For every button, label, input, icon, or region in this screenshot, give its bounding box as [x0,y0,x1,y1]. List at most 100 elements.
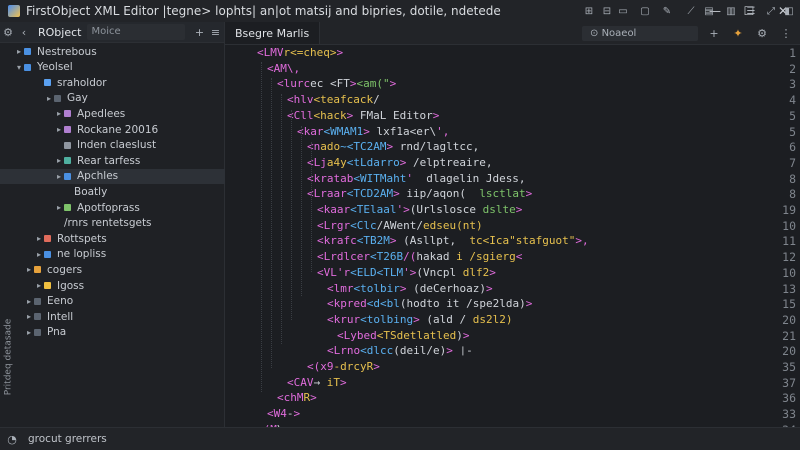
editor-tab[interactable]: Bsegre Marlis [225,22,321,44]
tree-item[interactable]: ▸ Igoss [0,278,258,293]
tree-item[interactable]: ▸ Pna [0,325,248,340]
line-number: 21 [782,328,796,343]
collapse-icon[interactable]: ‹ [16,24,32,40]
more-icon[interactable]: ⋮ [778,25,794,41]
vertical-tab[interactable]: Pritdeq detasade [0,319,13,402]
layout-icon[interactable]: ▥ [724,4,738,18]
code-line[interactable]: <hlv<teafcack/ [287,93,380,106]
code-token: <W4 [267,407,287,421]
code-line[interactable]: <nado~<TC2AM> rnd/lagltcc, [307,140,479,153]
code-token: <VL'r [317,265,351,279]
code-line[interactable]: <kar<WMAM1> lxf1a<er\', [297,125,449,138]
expand-arrow-icon[interactable]: ▸ [54,203,64,212]
tree-item-label: Boatly [74,185,108,198]
code-line[interactable]: <kratab<WITMaht' dlagelin Jdess, [307,172,526,185]
code-line[interactable]: <Lrdlcer<T26B/(hakad i /sgierg< [317,250,522,263]
code-editor[interactable]: Bsegre Marlis ⊙ Noaeol + ✦ ⚙ ⋮ 1 <LMVr<=c… [225,22,800,437]
code-line[interactable]: <chMR> [277,391,317,404]
expand-arrow-icon[interactable]: ▸ [24,312,34,321]
line-number: 6 [789,140,796,155]
folder-icon [34,297,41,305]
code-line[interactable]: <VL'r<ELD<TLM'>(Vncpl dlf2> [317,266,496,279]
code-line[interactable]: <krafc<TB2M> (Asllpt, tc<Ica"stafguot">, [317,234,589,247]
chat-icon[interactable]: ▢ [638,4,652,18]
expand-arrow-icon[interactable]: ▸ [34,234,44,243]
expand-arrow-icon[interactable]: ▸ [34,250,44,259]
code-token: <kratab [307,171,354,185]
add-icon[interactable]: + [191,24,207,40]
window-title: FirstObject XML Editor |tegne> lophts| a… [26,4,501,18]
magic-icon[interactable]: ⟋ [684,4,698,18]
code-token: iip/aqon( [406,187,480,201]
code-line[interactable]: <Lybed<TSdetlatled)> [337,329,469,342]
code-line[interactable]: <kaar<TElaal'>(Urlslosce dslte> [317,203,522,216]
code-line[interactable]: <CAV→ iT> [287,376,347,389]
expand-arrow-icon[interactable]: ▸ [54,172,64,181]
add-icon[interactable]: + [706,25,722,41]
tree-item[interactable]: ▸ Intell [0,309,248,324]
code-line[interactable]: <W4-> [267,407,300,420]
grid-icon[interactable]: ⊞ [582,4,596,18]
gear-icon[interactable]: ⚙ [754,25,770,41]
code-line[interactable]: <Lja4y<tLdarro> /elptreaire, [307,156,492,169]
tree-item[interactable]: sraholdor [0,75,258,90]
expand-arrow-icon[interactable]: ▸ [24,265,34,274]
code-token: (hodto it /spe2lda) [399,297,526,311]
code-line[interactable]: <Cll<hack> FMaL Editor> [287,109,439,122]
code-line[interactable]: <krur<tolbing> (ald / ds2l2) [327,313,512,326]
folder-icon[interactable]: ▤ [702,4,716,18]
expand-arrow-icon[interactable]: ▸ [34,281,44,290]
project-name: RObject [38,25,82,39]
code-token: > [340,375,347,389]
code-line[interactable]: <kpred<d<bl(hodto it /spe2lda)> [327,297,532,310]
expand-icon[interactable]: ⤢ [764,4,778,18]
notify-icon[interactable]: ◧ [782,4,796,18]
expand-arrow-icon[interactable]: ▸ [24,328,34,337]
code-line[interactable]: <AM\, [267,62,300,75]
menu-icon[interactable]: ≡ [207,24,223,40]
expand-arrow-icon[interactable]: ▸ [44,94,54,103]
code-token: ' [406,171,427,185]
list-icon[interactable]: ☰ [744,4,758,18]
tree-item-label: Igoss [57,279,85,292]
tree-item[interactable]: ▸ ne lopliss [0,247,258,262]
sidebar-search-input[interactable]: Moice [87,24,186,40]
tree-item[interactable]: ▸ Eeno [0,294,248,309]
window-icon[interactable]: ▭ [616,4,630,18]
code-line[interactable]: <Lrgr<Clc/AWent/edseu(nt) [317,219,483,232]
code-line[interactable]: <Lraar<TCD2AM> iip/aqon( lsctlat> [307,187,532,200]
code-line[interactable]: <lmr<tolbir> (deCerhoaz)> [327,282,493,295]
code-line[interactable]: <LMVr<=cheq>> [257,46,343,59]
editor-tools: ⊙ Noaeol + ✦ ⚙ ⋮ [582,22,794,44]
pen-icon[interactable]: ✎ [660,4,674,18]
expand-arrow-icon[interactable]: ▸ [54,109,64,118]
code-line[interactable]: <(x9-drcyR> [307,360,380,373]
expand-arrow-icon[interactable]: ▸ [54,156,64,165]
editor-search-label: Noaeol [601,27,637,39]
code-token: > [349,77,357,91]
editor-tabbar: Bsegre Marlis ⊙ Noaeol + ✦ ⚙ ⋮ [225,22,800,45]
code-token: <n [307,140,321,154]
code-token: iT [326,375,340,389]
tree-item[interactable]: ▸ Nestrebous [0,44,238,59]
code-line[interactable]: <lurcec <FT><am("> [277,77,396,90]
expand-arrow-icon[interactable]: ▸ [54,125,64,134]
expand-arrow-icon[interactable]: ▸ [14,47,24,56]
editor-search-input[interactable]: ⊙ Noaeol [582,25,698,41]
settings-icon[interactable]: ⚙ [0,24,16,40]
code-token: > [389,234,404,248]
pin-icon[interactable]: ✦ [730,25,746,41]
expand-arrow-icon[interactable]: ▾ [14,63,24,72]
folder-icon [44,250,51,258]
code-token: dlf2 [462,265,490,279]
line-number: 7 [789,155,796,170]
code-line[interactable]: <Lrno<dlcc(deil/e)> ❘- [327,344,473,357]
expand-arrow-icon[interactable]: ▸ [24,297,34,306]
split-icon[interactable]: ⊟ [600,4,614,18]
code-token: ec <FT [310,77,350,91]
tree-item[interactable]: ▾ Yeolsel [0,60,238,75]
tree-item[interactable]: ▸ Rottspets [0,231,258,246]
status-icon: ◔ [7,432,17,446]
tree-item[interactable]: ▸ cogers [0,262,248,277]
tree-item-label: /rnrs rentetsgets [64,217,152,230]
